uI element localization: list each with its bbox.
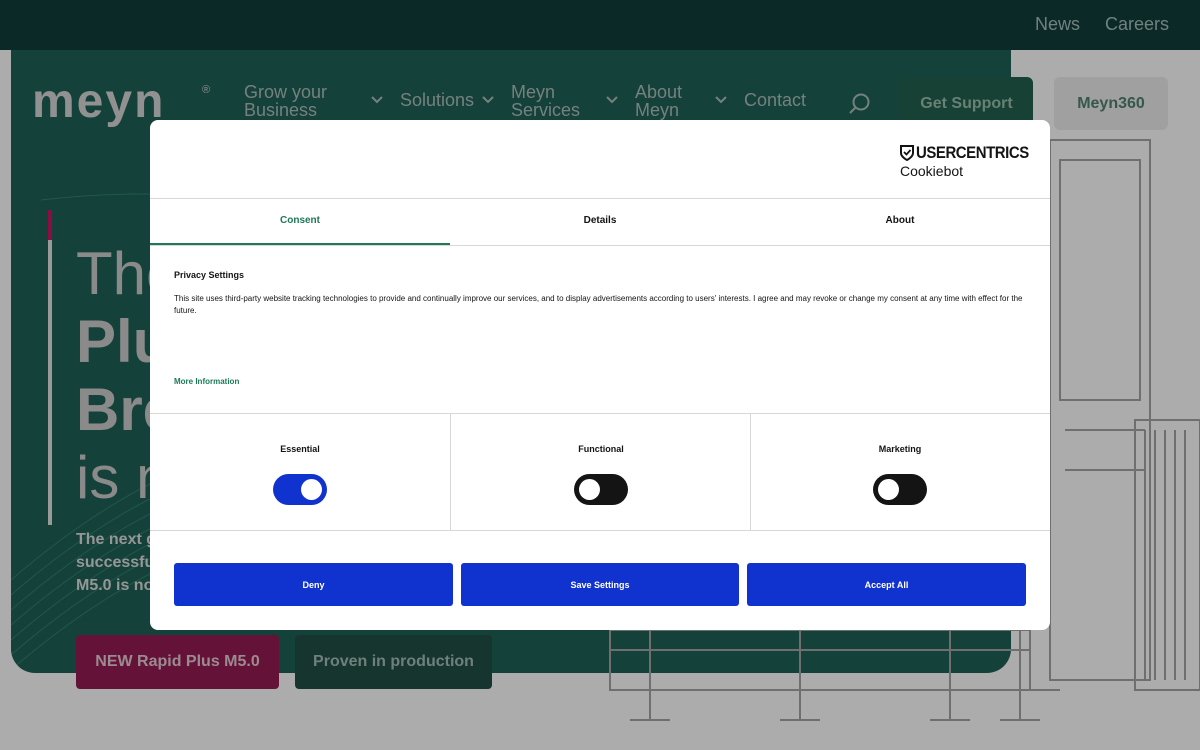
brand-name: USERCENTRICS [916, 143, 1029, 162]
essential-toggle[interactable] [273, 474, 327, 505]
brand-product: Cookiebot [900, 163, 964, 179]
marketing-toggle[interactable] [873, 474, 927, 505]
divider [150, 530, 1050, 531]
category-label: Functional [578, 444, 624, 454]
more-information-link[interactable]: More Information [174, 377, 239, 386]
divider [150, 245, 1050, 246]
accept-all-button[interactable]: Accept All [747, 563, 1026, 606]
functional-toggle[interactable] [574, 474, 628, 505]
shield-check-icon [900, 145, 914, 161]
tab-consent[interactable]: Consent [150, 198, 450, 245]
deny-button[interactable]: Deny [174, 563, 453, 606]
privacy-settings-title: Privacy Settings [174, 270, 245, 280]
toggle-knob [878, 479, 899, 500]
toggle-knob [579, 479, 600, 500]
category-marketing: Marketing [750, 414, 1050, 530]
privacy-settings-text: This site uses third-party website track… [174, 294, 1023, 315]
cookie-consent-dialog: USERCENTRICS Cookiebot Consent Details A… [150, 120, 1050, 630]
category-label: Essential [280, 444, 320, 454]
tab-details[interactable]: Details [450, 198, 750, 245]
category-essential: Essential [150, 414, 450, 530]
toggle-knob [301, 479, 322, 500]
category-label: Marketing [878, 444, 922, 454]
category-functional: Functional [451, 414, 751, 530]
tab-about[interactable]: About [750, 198, 1050, 245]
save-settings-button[interactable]: Save Settings [461, 563, 739, 606]
